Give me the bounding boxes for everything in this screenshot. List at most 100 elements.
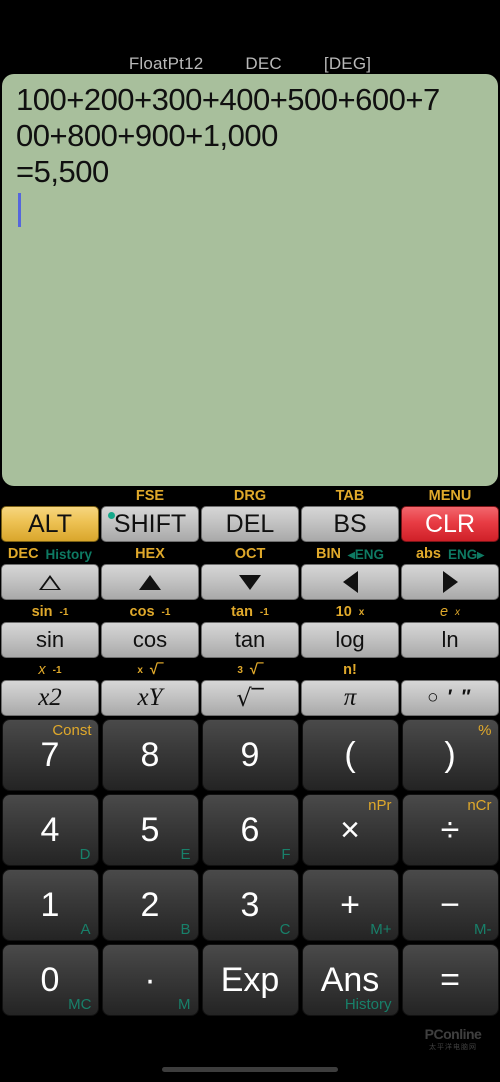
key-4[interactable]: 4 D	[1, 794, 99, 866]
square-button-sup: 2	[49, 684, 62, 711]
key-exponent[interactable]: Exp	[201, 944, 299, 1016]
sin-button[interactable]: sin	[1, 622, 99, 658]
key-exponent-label: Exp	[220, 960, 280, 999]
label-acos-sup: -1	[161, 606, 171, 618]
math-key-row: x2 xY √‾ π ○ ′ ″	[0, 680, 500, 716]
key-6[interactable]: 6 F	[201, 794, 299, 866]
cursor-up-button[interactable]	[101, 564, 199, 600]
key-3[interactable]: 3 C	[201, 869, 299, 941]
key-2-alt-hex-b: B	[180, 921, 191, 938]
display-result-line: =5,500	[16, 154, 109, 189]
label-asin-base: sin	[31, 604, 53, 621]
key-1[interactable]: 1 A	[1, 869, 99, 941]
key-ans[interactable]: Ans History	[301, 944, 399, 1016]
key-plus[interactable]: + M+	[301, 869, 399, 941]
label-bin: BIN ◂ENG	[300, 545, 400, 564]
ln-button-label: ln	[441, 627, 459, 652]
ln-button[interactable]: ln	[401, 622, 499, 658]
watermark-sub-text: 太平洋电脑网	[429, 1044, 477, 1051]
key-divide[interactable]: ÷ nCr	[401, 794, 499, 866]
key-9-label: 9	[240, 735, 260, 774]
key-2-label: 2	[140, 885, 160, 924]
key-minus[interactable]: − M-	[401, 869, 499, 941]
key-multiply[interactable]: × nPr	[301, 794, 399, 866]
number-row-456: 4 D 5 E 6 F × nPr ÷ nCr	[0, 794, 500, 866]
key-1-label: 1	[40, 885, 60, 924]
key-decimal-point[interactable]: · M	[101, 944, 199, 1016]
key-close-paren-label: )	[444, 735, 456, 774]
dms-button[interactable]: ○ ′ ″	[401, 680, 499, 716]
math-row-labels: x -1 x √‾ 3 √‾ n!	[0, 661, 500, 680]
label-factorial-text: n!	[343, 662, 357, 679]
label-history-text: History	[45, 546, 93, 562]
power-button[interactable]: xY	[101, 680, 199, 716]
square-button-base: x	[38, 684, 50, 711]
mode-key-row: ALT SHIFT DEL BS CLR	[0, 506, 500, 542]
page-up-button[interactable]	[1, 564, 99, 600]
sqrt-icon: √‾	[236, 684, 264, 712]
calculator-app: FloatPt12 DEC [DEG] 100+200+300+400+500+…	[0, 0, 500, 1082]
key-ncr-alt: nCr	[467, 797, 492, 814]
key-0[interactable]: 0 MC	[1, 944, 99, 1016]
key-history-alt: History	[344, 996, 392, 1013]
precision-indicator: FloatPt12	[128, 54, 204, 73]
angle-mode-indicator: [DEG]	[323, 54, 372, 73]
text-cursor	[18, 193, 21, 227]
arrow-row-labels: DEC History HEX OCT BIN ◂ENG abs ENG▸	[0, 545, 500, 564]
home-indicator[interactable]	[162, 1067, 338, 1072]
key-8[interactable]: 8	[101, 719, 199, 791]
key-9[interactable]: 9	[201, 719, 299, 791]
key-6-label: 6	[240, 810, 260, 849]
label-reciprocal-base: x	[38, 662, 46, 679]
label-factorial: n!	[300, 661, 400, 680]
display-line-2: 00+800+900+1,000	[16, 118, 278, 153]
key-close-paren[interactable]: ) %	[401, 719, 499, 791]
shift-button[interactable]: SHIFT	[101, 506, 199, 542]
triangle-left-icon	[342, 571, 358, 593]
key-multiply-label: ×	[340, 810, 360, 849]
tan-button[interactable]: tan	[201, 622, 299, 658]
key-percent-alt: %	[478, 722, 492, 739]
key-5[interactable]: 5 E	[101, 794, 199, 866]
pi-button[interactable]: π	[301, 680, 399, 716]
key-2[interactable]: 2 B	[101, 869, 199, 941]
label-abs: abs ENG▸	[400, 545, 500, 564]
key-open-paren[interactable]: (	[301, 719, 399, 791]
label-bin-text: BIN	[315, 546, 341, 563]
key-memory-add-alt: M+	[370, 921, 392, 938]
number-row-123: 1 A 2 B 3 C + M+ − M-	[0, 869, 500, 941]
delete-button[interactable]: DEL	[201, 506, 299, 542]
key-equals-label: =	[440, 960, 460, 999]
key-3-label: 3	[240, 885, 260, 924]
cos-button[interactable]: cos	[101, 622, 199, 658]
label-eng-left-text: ◂ENG	[347, 546, 384, 562]
label-abs-text: abs	[415, 546, 441, 563]
cursor-right-button[interactable]	[401, 564, 499, 600]
arrow-key-row	[0, 564, 500, 600]
label-atan: tan -1	[200, 603, 300, 622]
cursor-down-button[interactable]	[201, 564, 299, 600]
cursor-left-button[interactable]	[301, 564, 399, 600]
label-atan-base: tan	[231, 604, 253, 621]
label-drg: DRG	[200, 487, 300, 506]
display-line-1: 100+200+300+400+500+600+7	[16, 82, 440, 117]
label-menu: MENU	[400, 487, 500, 506]
label-ten-base: 10	[335, 604, 352, 621]
log-button[interactable]: log	[301, 622, 399, 658]
label-tab-text: TAB	[335, 488, 365, 505]
label-atan-sup: -1	[259, 606, 269, 618]
key-7[interactable]: 7 Const	[1, 719, 99, 791]
label-ten-pow-x: 10 x	[300, 603, 400, 622]
alt-button[interactable]: ALT	[1, 506, 99, 542]
clear-button[interactable]: CLR	[401, 506, 499, 542]
key-decimal-point-label: ·	[144, 960, 156, 999]
backspace-button[interactable]: BS	[301, 506, 399, 542]
pi-button-label: π	[343, 684, 357, 711]
sqrt-button[interactable]: √‾	[201, 680, 299, 716]
square-button[interactable]: x2	[1, 680, 99, 716]
label-dec: DEC History	[0, 545, 100, 564]
cos-button-label: cos	[132, 627, 168, 652]
calculator-display[interactable]: 100+200+300+400+500+600+7 00+800+900+1,0…	[2, 74, 498, 486]
label-oct-text: OCT	[234, 546, 266, 563]
key-equals[interactable]: =	[401, 944, 499, 1016]
